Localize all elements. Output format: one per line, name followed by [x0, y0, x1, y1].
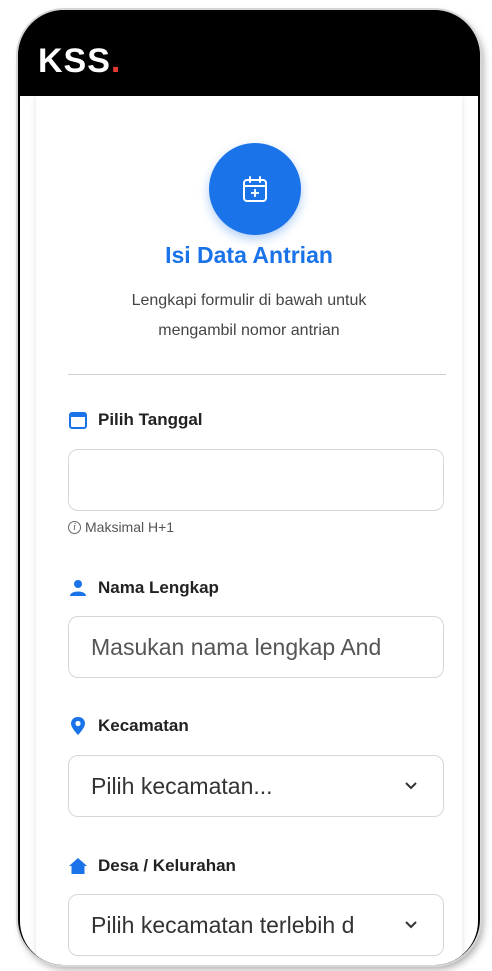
user-icon [68, 578, 88, 598]
chevron-down-icon [401, 920, 421, 930]
page-subtitle: Lengkapi formulir di bawah untuk mengamb… [131, 292, 367, 339]
app-logo: KSS. [38, 42, 122, 80]
top-app-bar: KSS. [18, 10, 480, 96]
name-placeholder: Masukan nama lengkap And [91, 633, 382, 660]
name-input[interactable]: Masukan nama lengkap And [68, 616, 444, 678]
calendar-icon [68, 410, 88, 430]
divider [68, 374, 446, 375]
chevron-down-icon [401, 781, 421, 791]
info-icon: i [68, 520, 81, 534]
desa-label: Desa / Kelurahan [68, 856, 236, 876]
desa-select[interactable]: Pilih kecamatan terlebih d [68, 894, 444, 956]
home-icon [68, 856, 88, 876]
date-field[interactable] [68, 449, 444, 511]
date-hint: i Maksimal H+1 [68, 519, 174, 535]
page-title: Isi Data Antrian [165, 242, 333, 268]
name-label: Nama Lengkap [68, 578, 219, 598]
map-pin-icon [68, 716, 88, 736]
calendar-add-icon [209, 143, 301, 235]
phone-frame: KSS. Isi Data Antrian Lengkapi formulir … [18, 10, 480, 965]
kecamatan-select[interactable]: Pilih kecamatan... [68, 755, 444, 817]
date-label: Pilih Tanggal [68, 410, 203, 430]
screen: Isi Data Antrian Lengkapi formulir di ba… [20, 96, 478, 965]
kecamatan-label: Kecamatan [68, 716, 189, 736]
